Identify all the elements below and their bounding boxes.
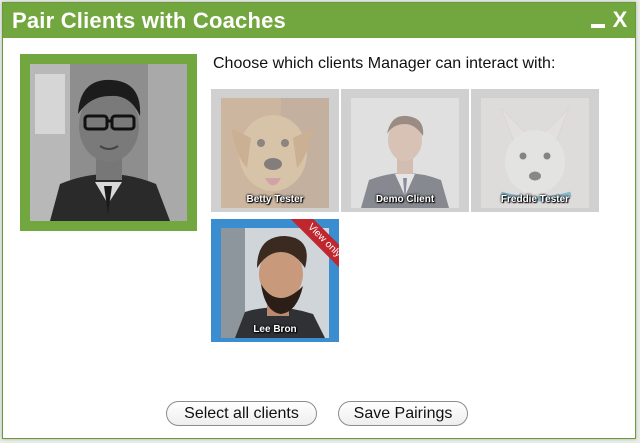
client-tile-lee-bron[interactable]: View only Lee Bron [211, 219, 339, 342]
man-in-suit-image [351, 98, 459, 208]
select-all-clients-button[interactable]: Select all clients [166, 401, 317, 426]
dog-golden-retriever-image [221, 98, 329, 208]
client-name: Freddie Tester [500, 194, 570, 205]
save-pairings-button[interactable]: Save Pairings [338, 401, 468, 426]
client-name: Lee Bron [253, 324, 297, 335]
client-tile-betty-tester[interactable]: Betty Tester [211, 89, 339, 212]
client-tile-freddie-tester[interactable]: Freddie Tester [471, 89, 599, 212]
minimize-button[interactable] [587, 6, 609, 34]
client-name: Betty Tester [246, 194, 304, 205]
title-bar: Pair Clients with Coaches X [3, 3, 635, 38]
view-only-badge: View only [281, 219, 339, 277]
coach-portrait-image [30, 64, 187, 221]
instruction-text: Choose which clients Manager can interac… [213, 55, 556, 72]
white-dog-image [481, 98, 589, 208]
client-name: Demo Client [375, 194, 435, 205]
coach-photo [20, 54, 197, 231]
pair-clients-dialog: Pair Clients with Coaches X Choose which… [2, 2, 636, 439]
dialog-title: Pair Clients with Coaches [12, 8, 286, 33]
close-button[interactable]: X [609, 6, 631, 34]
view-only-label: View only [286, 219, 339, 277]
minimize-icon [591, 24, 605, 28]
client-tile-demo-client[interactable]: Demo Client [341, 89, 469, 212]
